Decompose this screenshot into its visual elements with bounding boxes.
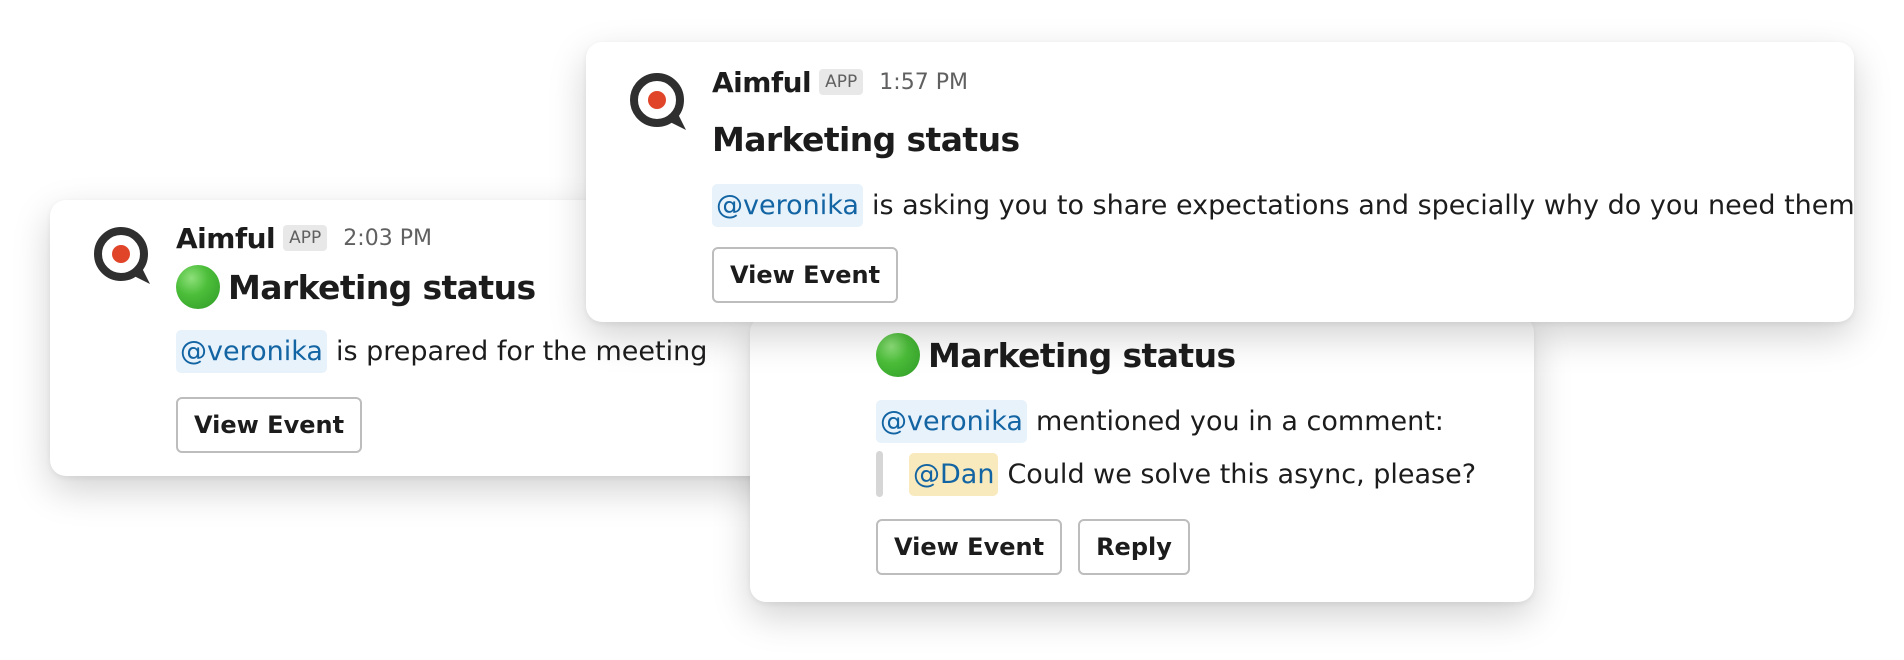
title-text: Marketing status (712, 119, 1020, 159)
user-mention[interactable]: @veronika (712, 184, 863, 227)
aimful-logo-icon (630, 73, 686, 130)
notification-stage: Aimful APP 2:03 PM Marketing status @ver… (0, 0, 1904, 660)
quote-bar (876, 451, 883, 497)
timestamp[interactable]: 2:03 PM (343, 226, 432, 251)
quote-text: Could we solve this async, please? (1007, 458, 1477, 490)
quoted-comment: @Dan Could we solve this async, please? (876, 451, 1494, 497)
notification-card-middle: Marketing status @veronika mentioned you… (750, 316, 1534, 602)
green-circle-icon (176, 265, 220, 309)
message-content: Marketing status @veronika mentioned you… (876, 328, 1494, 575)
message-text: is prepared for the meeting (335, 336, 708, 367)
user-mention-highlighted[interactable]: @Dan (909, 452, 999, 496)
timestamp[interactable]: 1:57 PM (879, 70, 968, 95)
view-event-button[interactable]: View Event (712, 247, 899, 303)
app-badge: APP (283, 225, 328, 251)
notification-card-top: Aimful APP 1:57 PM Marketing status @ver… (586, 42, 1855, 322)
reply-button[interactable]: Reply (1078, 519, 1190, 575)
message-title: Marketing status (876, 328, 1494, 382)
app-name[interactable]: Aimful (712, 66, 812, 99)
user-mention[interactable]: @veronika (176, 330, 327, 373)
title-text: Marketing status (228, 267, 536, 307)
app-badge: APP (819, 69, 864, 95)
message-title: Marketing status (712, 112, 1814, 166)
aimful-logo-icon (94, 227, 150, 284)
message-body: @veronika is asking you to share expecta… (712, 184, 1855, 227)
message-content: Aimful APP 1:57 PM Marketing status @ver… (712, 62, 1855, 303)
message-text: is asking you to share expectations and … (871, 190, 1855, 221)
action-buttons: View Event (176, 397, 770, 453)
action-buttons: View Event Reply (876, 519, 1494, 575)
view-event-button[interactable]: View Event (876, 519, 1063, 575)
message-header: Aimful APP 1:57 PM (712, 62, 1814, 102)
action-buttons: View Event (712, 247, 1814, 303)
app-name[interactable]: Aimful (176, 222, 276, 255)
green-circle-icon (876, 333, 920, 377)
message-body: @veronika is prepared for the meeting (176, 330, 770, 373)
message-body: @veronika mentioned you in a comment: (876, 400, 1494, 443)
title-text: Marketing status (928, 335, 1236, 375)
view-event-button[interactable]: View Event (176, 397, 363, 453)
message-text: mentioned you in a comment: (1035, 406, 1444, 437)
user-mention[interactable]: @veronika (876, 400, 1027, 443)
